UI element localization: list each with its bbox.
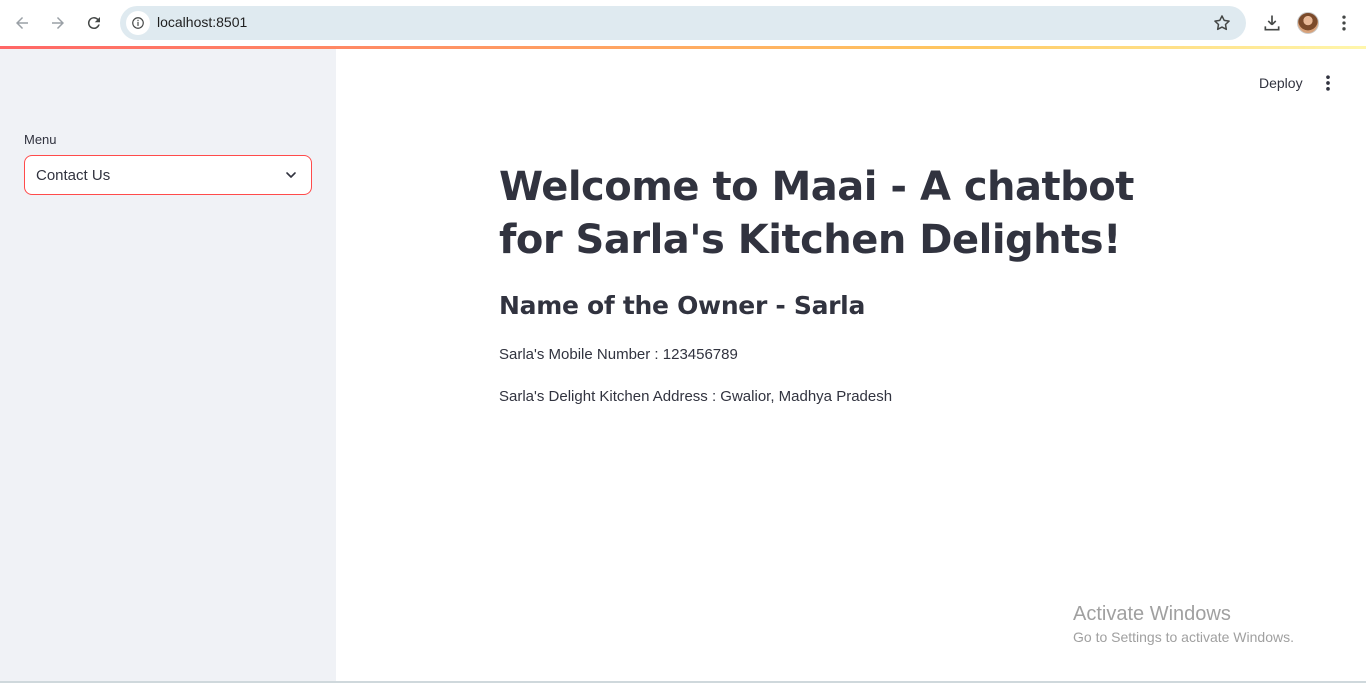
reload-button[interactable] (80, 9, 108, 37)
activate-windows-subtitle: Go to Settings to activate Windows. (1073, 629, 1294, 645)
owner-heading: Name of the Owner - Sarla (499, 291, 866, 320)
mobile-number-text: Sarla's Mobile Number : 123456789 (499, 346, 738, 363)
address-bar[interactable]: localhost:8501 (120, 6, 1246, 40)
url-text: localhost:8501 (157, 14, 248, 30)
menu-label: Menu (24, 132, 57, 147)
browser-menu-icon[interactable] (1332, 11, 1356, 35)
page-title: Welcome to Maai - A chatbot for Sarla's … (499, 164, 1134, 263)
chevron-down-icon (286, 172, 296, 178)
address-text: Sarla's Delight Kitchen Address : Gwalio… (499, 388, 893, 405)
browser-toolbar: localhost:8501 (0, 0, 1366, 46)
menu-select[interactable]: Contact Us (24, 155, 312, 195)
main-menu-icon[interactable] (1318, 73, 1338, 93)
arrow-right-icon (52, 17, 64, 29)
download-icon[interactable] (1260, 11, 1284, 35)
back-button[interactable] (8, 9, 36, 37)
activate-windows-title: Activate Windows (1073, 603, 1231, 625)
deploy-button[interactable]: Deploy (1259, 75, 1303, 91)
profile-avatar[interactable] (1297, 12, 1319, 34)
reload-icon (87, 17, 100, 30)
main-content: Deploy Welcome to Maai - A chatbot for S… (336, 49, 1366, 681)
site-info-icon[interactable] (126, 11, 150, 35)
arrow-left-icon (16, 17, 28, 29)
sidebar: Menu Contact Us (0, 49, 336, 681)
forward-button[interactable] (44, 9, 72, 37)
bookmark-star-icon[interactable] (1212, 13, 1232, 33)
menu-select-value: Contact Us (36, 167, 111, 184)
